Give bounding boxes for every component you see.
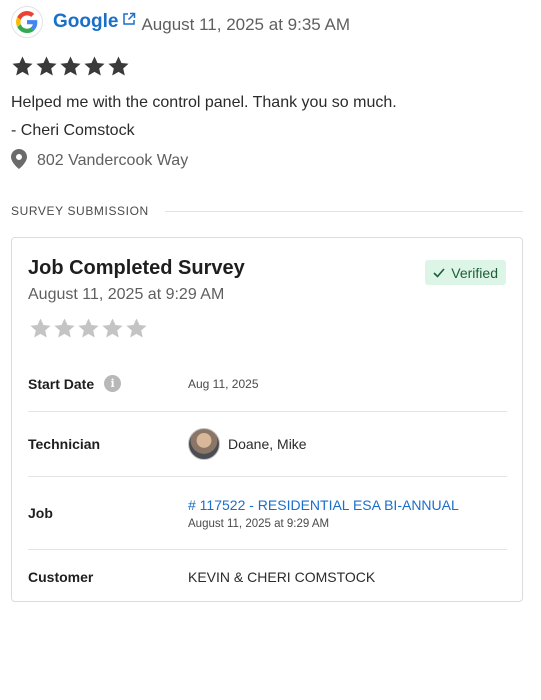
review-location: 802 Vandercook Way <box>11 148 531 174</box>
location-text: 802 Vandercook Way <box>37 152 189 169</box>
start-date-label: Start Date <box>28 375 95 392</box>
section-title: SURVEY SUBMISSION <box>11 204 149 218</box>
star-icon <box>35 55 58 78</box>
review-text: Helped me with the control panel. Thank … <box>11 94 397 111</box>
google-logo-icon <box>11 6 43 38</box>
technician-name: Doane, Mike <box>228 436 307 452</box>
job-value: # 117522 - RESIDENTIAL ESA BI-ANNUAL Aug… <box>188 497 459 530</box>
customer-value: KEVIN & CHERI COMSTOCK <box>188 569 376 585</box>
customer-label: Customer <box>28 569 94 585</box>
star-icon <box>101 317 124 340</box>
star-icon <box>77 317 100 340</box>
review-header: Google August 11, 2025 at 9:35 AM <box>11 6 531 38</box>
verified-badge: Verified <box>425 260 506 285</box>
external-link-icon[interactable] <box>122 12 136 26</box>
map-pin-icon <box>11 148 27 174</box>
star-icon <box>29 317 52 340</box>
detail-row-start-date: Start Date i Aug 11, 2025 <box>28 356 507 412</box>
technician-label: Technician <box>28 436 101 452</box>
info-icon[interactable]: i <box>104 375 122 392</box>
survey-title: Job Completed Survey <box>28 257 245 279</box>
review-source-link[interactable]: Google <box>53 11 136 33</box>
star-icon <box>83 55 106 78</box>
review-date: August 11, 2025 at 9:35 AM <box>141 15 351 34</box>
survey-card: Job Completed Survey August 11, 2025 at … <box>11 237 523 602</box>
job-link[interactable]: # 117522 - RESIDENTIAL ESA BI-ANNUAL <box>188 497 459 513</box>
technician-value: Doane, Mike <box>188 428 307 460</box>
section-divider <box>164 210 523 212</box>
start-date-value: Aug 11, 2025 <box>188 376 259 391</box>
verified-label: Verified <box>451 264 498 281</box>
star-icon <box>125 317 148 340</box>
check-icon <box>433 267 445 278</box>
detail-row-customer: Customer KEVIN & CHERI COMSTOCK <box>28 550 507 604</box>
review-rating <box>11 55 531 79</box>
star-icon <box>59 55 82 78</box>
detail-row-technician: Technician Doane, Mike <box>28 412 507 477</box>
survey-section-header: SURVEY SUBMISSION <box>11 204 523 218</box>
survey-details: Start Date i Aug 11, 2025 Technician Doa… <box>28 356 507 604</box>
avatar <box>188 428 220 460</box>
job-date: August 11, 2025 at 9:29 AM <box>188 517 330 530</box>
detail-row-job: Job # 117522 - RESIDENTIAL ESA BI-ANNUAL… <box>28 477 507 550</box>
review-author: - Cheri Comstock <box>11 122 135 139</box>
job-label: Job <box>28 505 53 521</box>
star-icon <box>107 55 130 78</box>
star-icon <box>11 55 34 78</box>
star-icon <box>53 317 76 340</box>
review-block: Google August 11, 2025 at 9:35 AM Helped… <box>11 6 531 172</box>
start-date-label-wrap: Start Date i <box>28 375 188 392</box>
survey-date: August 11, 2025 at 9:29 AM <box>28 286 225 303</box>
review-source-label[interactable]: Google <box>53 11 118 33</box>
survey-rating <box>29 317 148 340</box>
